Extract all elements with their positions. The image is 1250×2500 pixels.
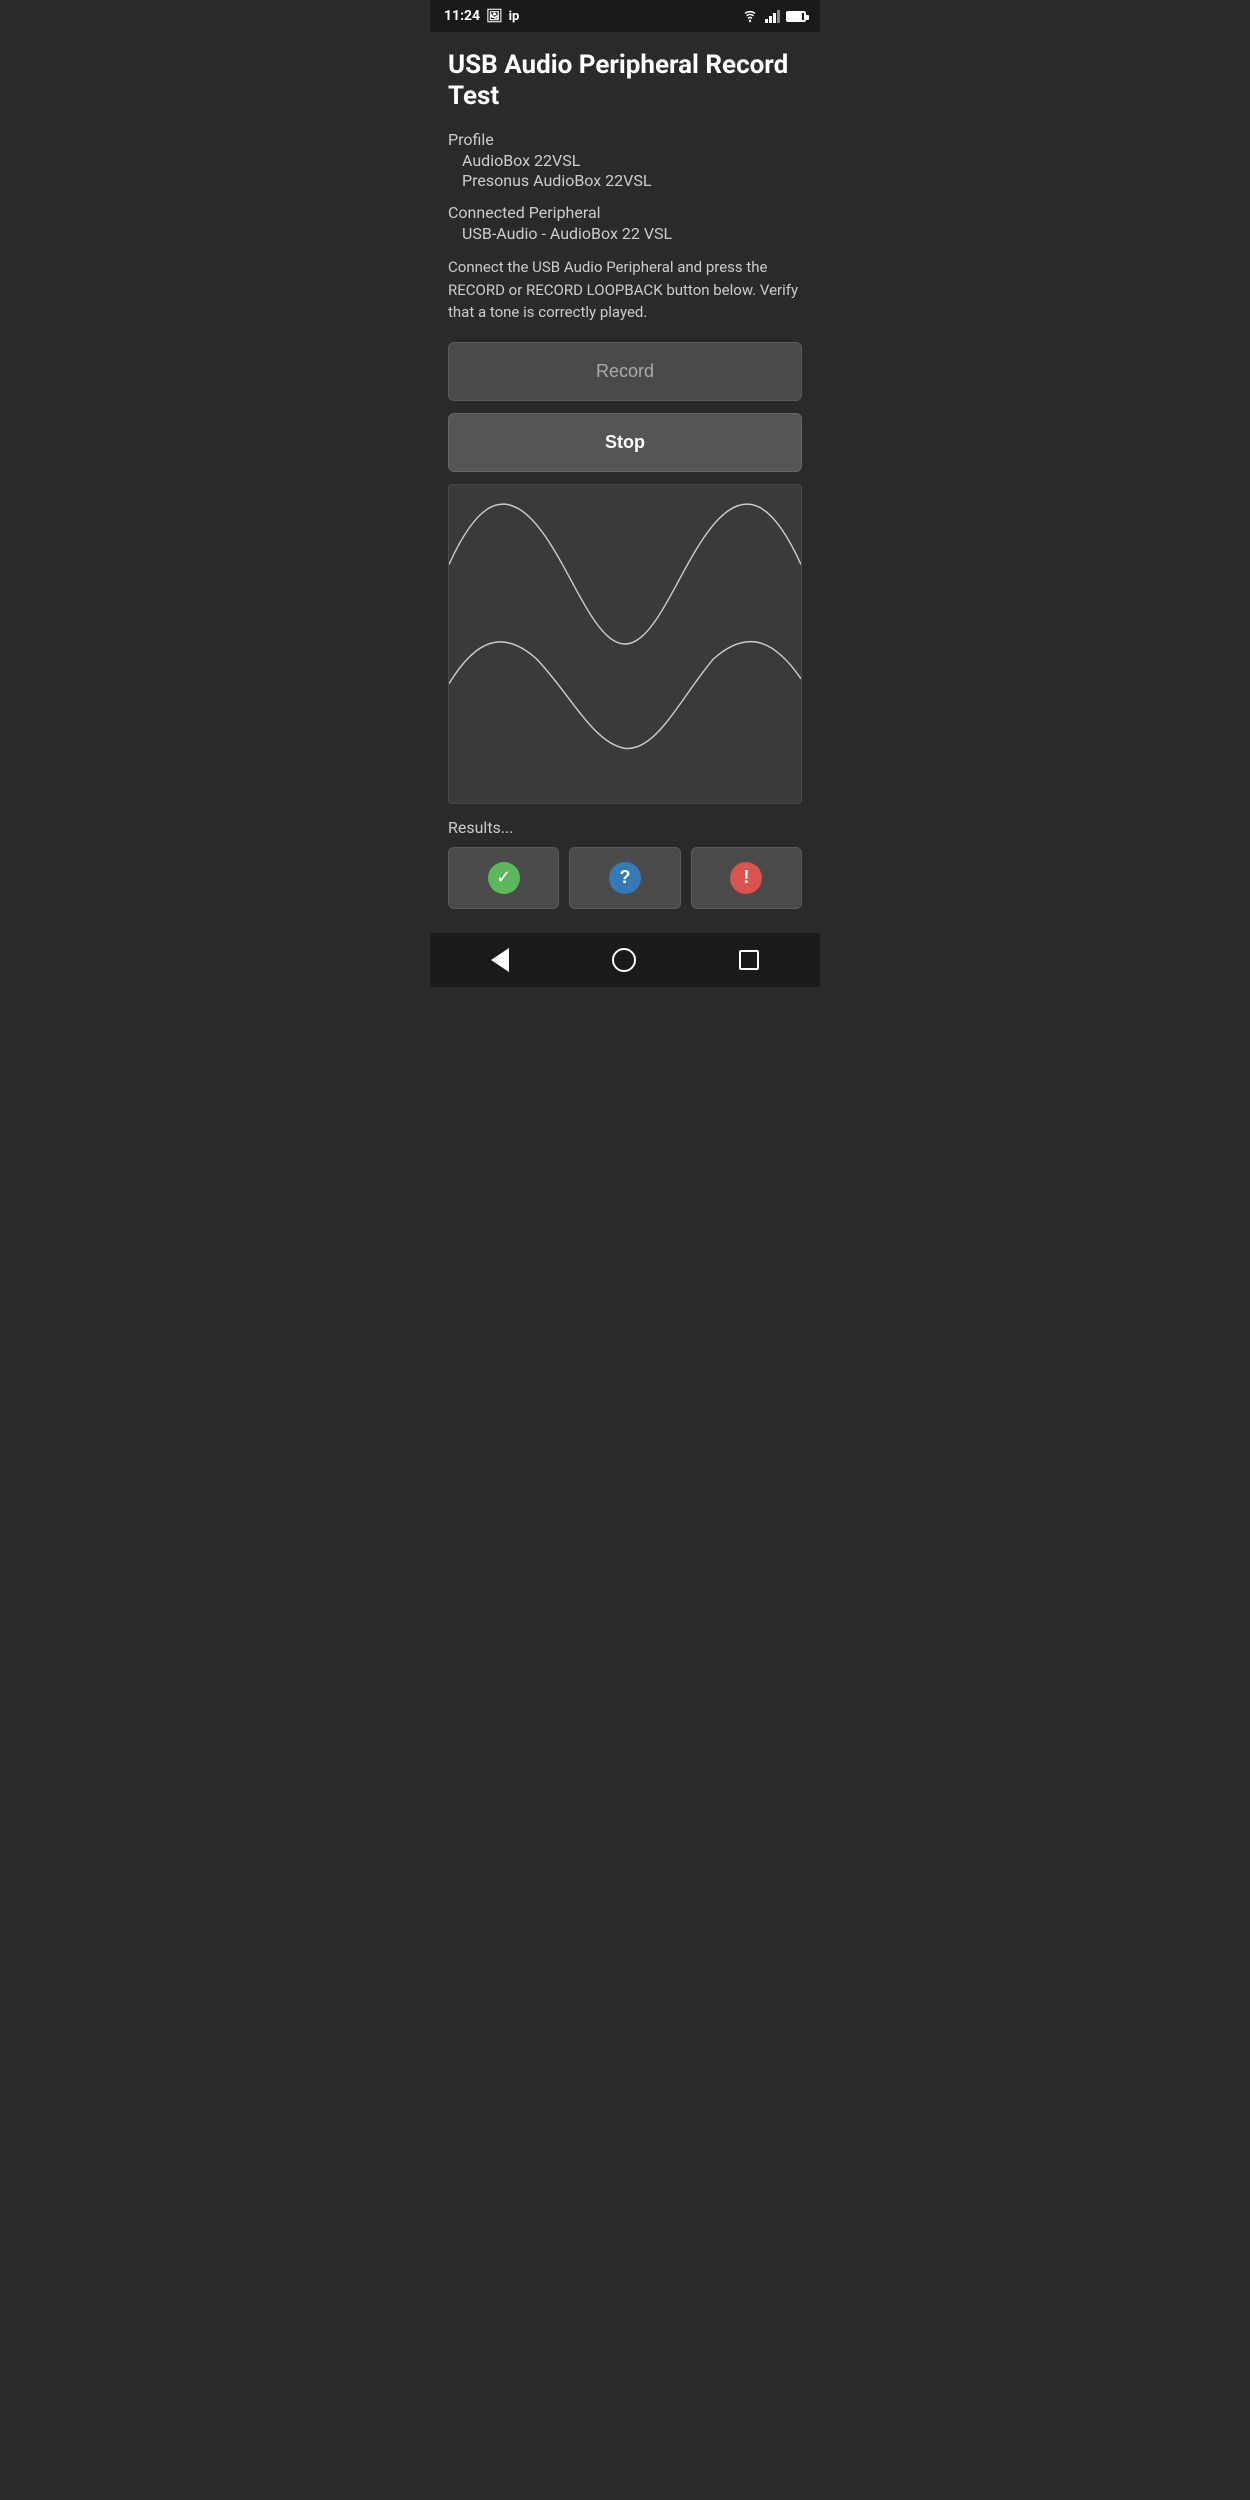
stop-button[interactable]: Stop <box>448 413 802 472</box>
ip-label: ip <box>509 9 520 24</box>
profile-section: Profile AudioBox 22VSL Presonus AudioBox… <box>448 130 802 191</box>
question-icon: ? <box>609 862 641 894</box>
home-icon <box>612 948 636 972</box>
results-label: Results... <box>448 818 802 837</box>
page-title: USB Audio Peripheral Record Test <box>448 50 802 112</box>
recent-icon <box>739 950 759 970</box>
wifi-icon <box>741 9 759 23</box>
waveform-display <box>448 484 802 804</box>
record-button[interactable]: Record <box>448 342 802 401</box>
nav-bar <box>430 933 820 987</box>
exclaim-icon: ! <box>730 862 762 894</box>
profile-line1: AudioBox 22VSL <box>448 151 802 170</box>
check-icon: ✓ <box>488 862 520 894</box>
status-left: 11:24 🖼 ip <box>444 8 519 24</box>
main-content: USB Audio Peripheral Record Test Profile… <box>430 32 820 933</box>
recent-button[interactable] <box>731 942 767 978</box>
profile-line2: Presonus AudioBox 22VSL <box>448 171 802 190</box>
status-right <box>741 9 806 23</box>
instruction-text: Connect the USB Audio Peripheral and pre… <box>448 256 802 324</box>
home-button[interactable] <box>604 940 644 980</box>
result-fail-button[interactable]: ! <box>691 847 802 909</box>
result-pass-button[interactable]: ✓ <box>448 847 559 909</box>
signal-icon <box>765 9 780 23</box>
status-bar: 11:24 🖼 ip <box>430 0 820 32</box>
peripheral-label: Connected Peripheral <box>448 203 802 222</box>
back-icon <box>491 948 509 972</box>
battery-icon <box>786 11 806 22</box>
peripheral-value: USB-Audio - AudioBox 22 VSL <box>448 224 802 243</box>
time-display: 11:24 <box>444 8 480 24</box>
photo-icon: 🖼 <box>486 9 503 24</box>
result-unknown-button[interactable]: ? <box>569 847 680 909</box>
back-button[interactable] <box>483 940 517 980</box>
profile-label: Profile <box>448 130 802 149</box>
result-buttons: ✓ ? ! <box>448 847 802 909</box>
peripheral-section: Connected Peripheral USB-Audio - AudioBo… <box>448 203 802 244</box>
